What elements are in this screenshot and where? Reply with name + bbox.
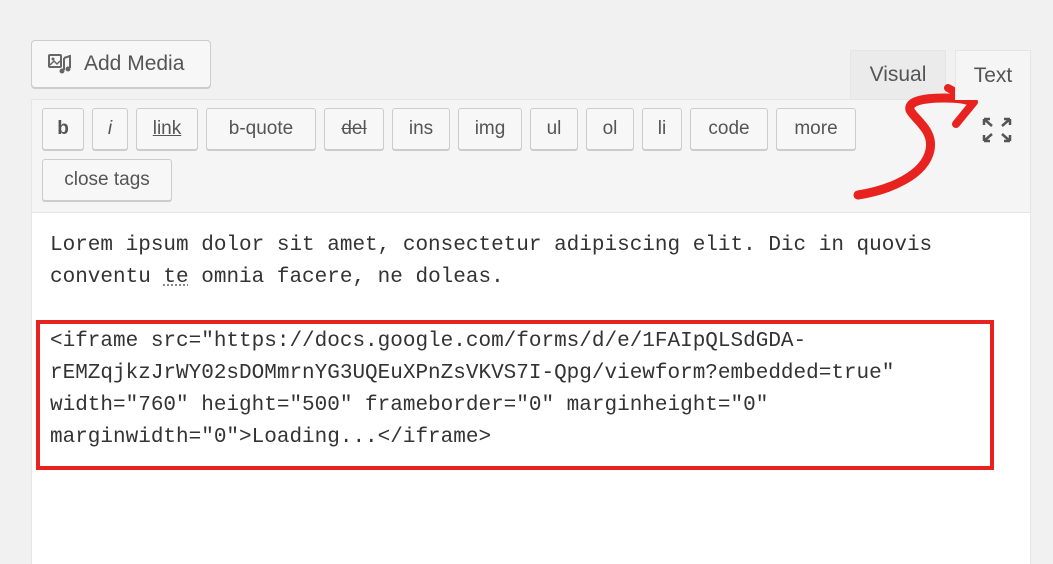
tab-visual-label: Visual [869,63,927,86]
quicktag-ul-label: ul [546,118,562,139]
quicktag-ins-button[interactable]: ins [392,108,450,150]
quicktag-bquote-label: b-quote [228,118,294,139]
content-line-2: conventu te omnia facere, ne doleas. [50,262,1030,294]
quicktag-ol-button[interactable]: ol [586,108,634,150]
content-line-1: Lorem ipsum dolor sit amet, consectetur … [50,234,933,257]
quicktag-li-label: li [657,118,667,139]
quicktag-del-button[interactable]: del [324,108,384,150]
quicktag-link-label: link [152,118,182,139]
quicktag-close-tags-label: close tags [64,169,150,190]
code-line-4: marginwidth="0">Loading...</iframe> [50,426,492,449]
tab-text-label: Text [973,63,1013,87]
quicktag-link-button[interactable]: link [136,108,198,150]
quicktag-ol-label: ol [602,118,618,139]
fullscreen-icon[interactable] [980,116,1014,144]
text-editor-content[interactable]: Lorem ipsum dolor sit amet, consectetur … [32,212,1030,564]
quicktag-italic-label: i [107,118,113,139]
quicktag-img-button[interactable]: img [458,108,522,150]
code-line-1: <iframe src="https://docs.google.com/for… [50,330,807,353]
tab-visual[interactable]: Visual [850,50,946,99]
quicktag-code-label: code [708,118,750,139]
quicktag-italic-button[interactable]: i [92,108,128,150]
quicktag-ins-label: ins [408,118,434,139]
quicktag-bold-label: b [57,118,69,139]
code-line-2: rEMZqjkzJrWY02sDOMmrnYG3UQEuXPnZsVKVS7I-… [50,362,895,385]
quicktag-li-button[interactable]: li [642,108,682,150]
tab-text[interactable]: Text [955,50,1031,100]
code-line-3: width="760" height="500" frameborder="0"… [50,394,769,417]
quicktag-more-button[interactable]: more [776,108,856,150]
quicktag-del-label: del [341,118,367,139]
quicktag-ul-button[interactable]: ul [530,108,578,150]
content-line-2-a: conventu [50,266,164,289]
content-line-2-c: omnia facere, ne doleas. [188,266,504,289]
quicktag-bquote-button[interactable]: b-quote [206,108,316,150]
quicktag-more-label: more [794,118,838,139]
quicktag-close-tags-button[interactable]: close tags [42,159,172,201]
quicktag-bold-button[interactable]: b [42,108,84,150]
quicktag-img-label: img [474,118,506,139]
media-icon [46,50,74,78]
spellcheck-word: te [163,266,189,289]
add-media-label: Add Media [84,52,185,75]
quicktag-code-button[interactable]: code [690,108,768,150]
add-media-button[interactable]: Add Media [31,40,211,88]
